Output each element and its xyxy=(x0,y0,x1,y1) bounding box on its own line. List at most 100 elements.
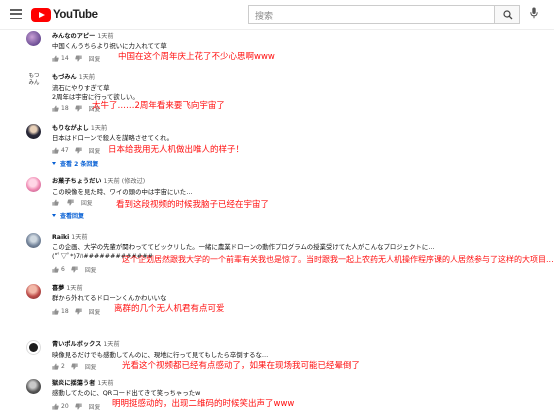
comment-text: 感動してたのに、QRコード出てきて笑っちゃったw xyxy=(52,389,201,397)
thumbs-down-icon[interactable] xyxy=(71,362,78,370)
comment-text: 映像見るだけでも感動してんのに、現地に行って見てもしたら卒倒するな… xyxy=(52,351,269,359)
translation-annotation: 离群的几个无人机君有点可爱 xyxy=(114,304,225,314)
comment-actions: 回复 xyxy=(52,198,93,207)
comment-author[interactable]: 青いポルボックス xyxy=(52,341,101,348)
search-button[interactable] xyxy=(494,5,520,24)
like-count: 20 xyxy=(61,402,69,410)
comment-meta: もづみん 1天前 xyxy=(52,72,95,81)
comment-meta: 喜夢 1天前 xyxy=(52,283,83,292)
like-count: 47 xyxy=(61,146,69,154)
youtube-logo[interactable]: YouTube xyxy=(31,8,98,22)
thumbs-down-icon[interactable] xyxy=(74,307,82,315)
comment-actions: 6 回复 xyxy=(52,265,97,274)
search-input[interactable]: 搜索 xyxy=(248,5,494,24)
avatar[interactable] xyxy=(26,379,41,394)
thumbs-up-icon[interactable] xyxy=(52,265,59,273)
comment-time[interactable]: 1天前 (修改过) xyxy=(104,178,146,185)
translation-annotation: 这个企划居然跟我大学的一个前辈有关我也是惊了。当时跟我一起上农药无人机操作程序课… xyxy=(122,255,554,264)
comment-meta: 獄炎に揺蕩う者 1天前 xyxy=(52,378,114,387)
thumbs-down-icon[interactable] xyxy=(67,198,74,206)
search-icon xyxy=(503,10,513,20)
translation-annotation: 日本给我用无人机做出唯人的样子！ xyxy=(108,145,245,155)
comment-author[interactable]: 獄炎に揺蕩う者 xyxy=(52,380,95,387)
comment-author[interactable]: みんなのアピー xyxy=(52,33,95,40)
translation-annotation: 光看这个视频都已经有点感动了，如果在现场我可能已经晕倒了 xyxy=(122,361,361,371)
thumbs-up-icon[interactable] xyxy=(52,146,59,154)
translation-annotation: 看到这段视频的时候我脑子已经在宇宙了 xyxy=(116,200,270,210)
translation-annotation: 太牛了……2周年看来要飞向宇宙了 xyxy=(92,101,225,111)
comment-author[interactable]: お菓子ちょうだい xyxy=(52,178,102,185)
comment-actions: 20 回复 xyxy=(52,402,101,411)
comment-time[interactable]: 1天前 xyxy=(71,234,87,241)
comment-meta: みんなのアピー 1天前 xyxy=(52,31,114,40)
thumbs-up-icon[interactable] xyxy=(52,307,59,315)
avatar[interactable] xyxy=(26,177,41,192)
comment-time[interactable]: 1天前 xyxy=(103,341,119,348)
avatar[interactable] xyxy=(26,340,41,355)
avatar[interactable] xyxy=(26,233,41,248)
comment-time[interactable]: 1天前 xyxy=(97,33,113,40)
view-replies-label: 查看 2 条回复 xyxy=(60,161,99,168)
comment-actions: 18 回复 xyxy=(52,307,101,316)
youtube-play-icon xyxy=(31,8,51,22)
comment-time[interactable]: 1天前 xyxy=(66,285,82,292)
comment-meta: 青いポルボックス 1天前 xyxy=(52,339,120,348)
comment-author[interactable]: もづみん xyxy=(52,74,77,81)
comment-time[interactable]: 1天前 xyxy=(91,125,107,132)
reply-button[interactable]: 回复 xyxy=(89,307,101,316)
comment-actions: 2 回复 xyxy=(52,362,97,371)
thumbs-down-icon[interactable] xyxy=(74,402,82,410)
thumbs-up-icon[interactable] xyxy=(52,104,59,112)
avatar-text: もづみん xyxy=(28,73,40,86)
expand-triangle-icon xyxy=(52,162,56,165)
view-replies-button[interactable]: 查看 2 条回复 xyxy=(52,159,98,168)
reply-button[interactable]: 回复 xyxy=(81,198,93,207)
thumbs-up-icon[interactable] xyxy=(52,54,59,62)
comment-time[interactable]: 1天前 xyxy=(97,380,113,387)
reply-button[interactable]: 回复 xyxy=(85,265,97,274)
comment-actions: 14 回复 xyxy=(52,54,101,63)
like-count: 18 xyxy=(61,104,69,112)
thumbs-down-icon[interactable] xyxy=(74,146,82,154)
expand-triangle-icon xyxy=(52,214,56,217)
reply-button[interactable]: 回复 xyxy=(89,54,101,63)
comment-author[interactable]: Raiki xyxy=(52,234,69,241)
comment-text: この映像を見た時、ワイの頭の中は宇宙にいた… xyxy=(52,188,193,196)
thumbs-up-icon[interactable] xyxy=(52,402,59,410)
comment-meta: Raiki 1天前 xyxy=(52,232,88,241)
view-replies-button[interactable]: 查看回复 xyxy=(52,211,84,220)
like-count: 2 xyxy=(61,362,65,370)
comment-author[interactable]: もりながよし xyxy=(52,125,89,132)
avatar[interactable]: もづみん xyxy=(25,73,43,91)
avatar[interactable] xyxy=(26,124,41,139)
search-placeholder: 搜索 xyxy=(255,12,274,22)
thumbs-down-icon[interactable] xyxy=(74,104,82,112)
reply-button[interactable]: 回复 xyxy=(89,146,101,155)
comment-meta: お菓子ちょうだい 1天前 (修改过) xyxy=(52,176,145,185)
comment-text: 流石にやりすぎて草 xyxy=(52,84,110,92)
comment-author[interactable]: 喜夢 xyxy=(52,285,64,292)
top-bar: YouTube 搜索 xyxy=(0,0,554,30)
avatar[interactable] xyxy=(26,31,41,46)
thumbs-up-icon[interactable] xyxy=(52,198,59,206)
comment-text: この企画、大学の先輩が関わっててビックリした。一緒に農業ドローンの動作プログラム… xyxy=(52,243,435,251)
translation-annotation: 中国在这个周年庆上花了不少心思啊www xyxy=(118,52,275,62)
reply-button[interactable]: 回复 xyxy=(89,402,101,411)
comment-text: 中国くんうちらより祝いに力入れてて草 xyxy=(52,42,167,50)
comment-time[interactable]: 1天前 xyxy=(79,74,95,81)
comment-actions: 47 回复 xyxy=(52,146,101,155)
thumbs-down-icon[interactable] xyxy=(74,54,82,62)
avatar[interactable] xyxy=(26,284,41,299)
comment-meta: もりながよし 1天前 xyxy=(52,123,107,132)
translation-annotation: 明明挺感动的，出现二维码的时候笑出声了www xyxy=(112,399,295,409)
thumbs-down-icon[interactable] xyxy=(71,265,78,273)
microphone-icon[interactable] xyxy=(530,7,538,19)
comment-text: 群から外れてるドローンくんかわいいな xyxy=(52,294,167,302)
hamburger-menu-icon[interactable] xyxy=(10,9,22,20)
logo-text: YouTube xyxy=(53,9,98,21)
reply-button[interactable]: 回复 xyxy=(85,362,97,371)
comment-text: 日本はドローンで殺人を謀略させてくれ。 xyxy=(52,134,173,142)
like-count: 6 xyxy=(61,265,65,273)
thumbs-up-icon[interactable] xyxy=(52,362,59,370)
view-replies-label: 查看回复 xyxy=(60,213,85,220)
